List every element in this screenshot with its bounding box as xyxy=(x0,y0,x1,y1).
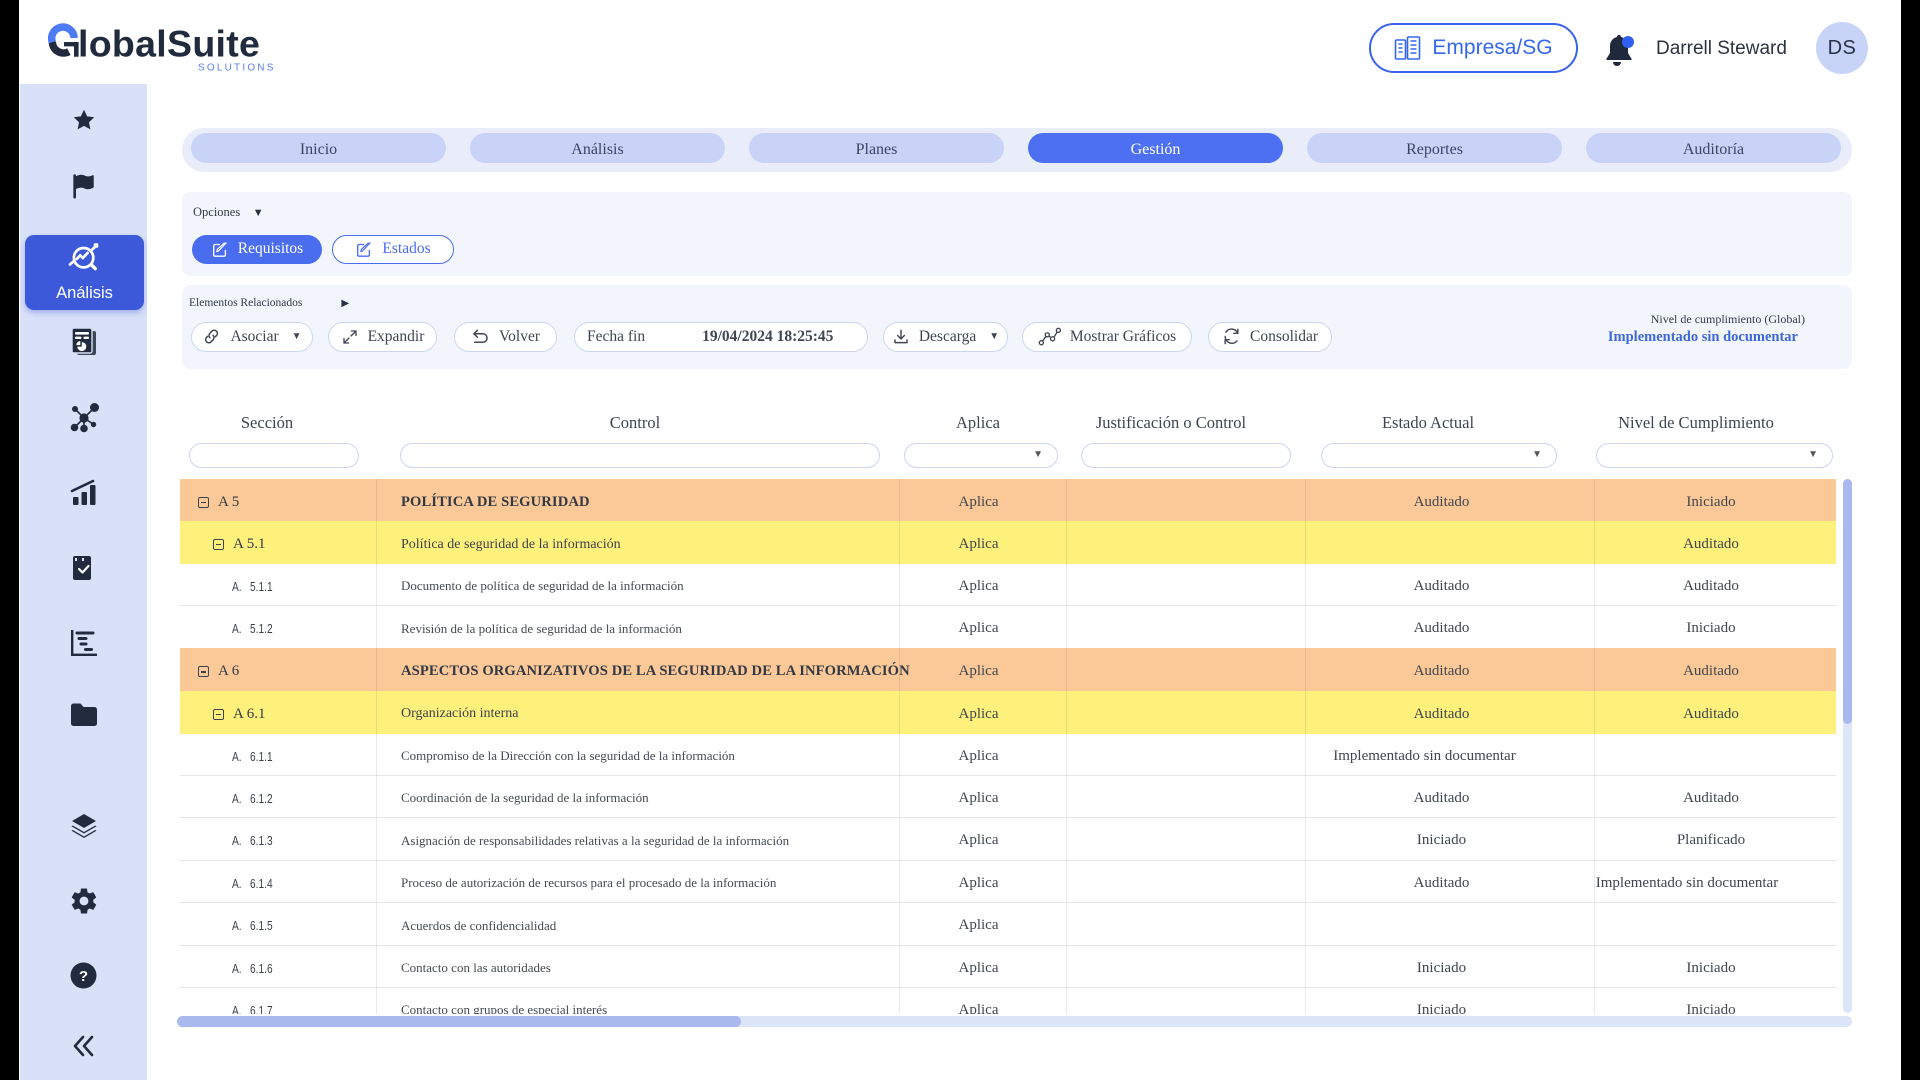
svg-text:?: ? xyxy=(79,968,88,985)
svg-text:SOLUTIONS: SOLUTIONS xyxy=(198,63,276,74)
svg-text:lobalSuite: lobalSuite xyxy=(78,23,260,65)
